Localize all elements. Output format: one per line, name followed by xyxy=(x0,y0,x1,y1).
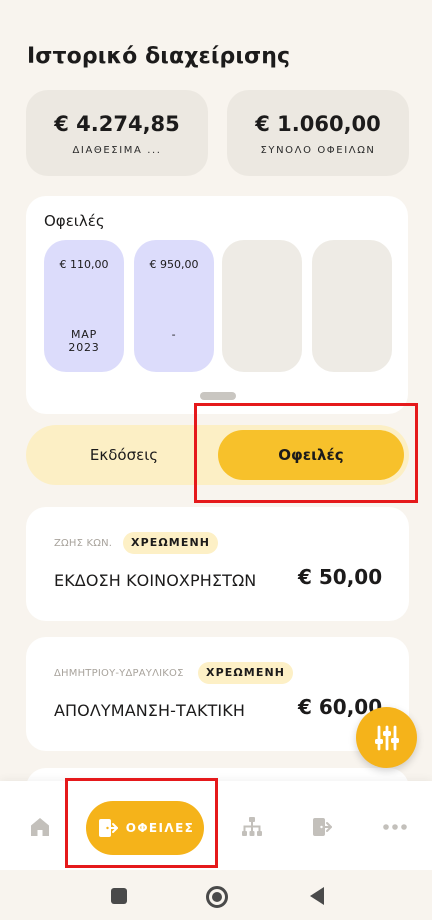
sliders-icon xyxy=(374,725,399,750)
empty-month-column xyxy=(312,240,392,372)
empty-month-column xyxy=(222,240,302,372)
debt-month-column[interactable]: € 110,00 ΜΑΡ 2023 xyxy=(44,240,124,372)
debt-month-amount: € 110,00 xyxy=(59,258,109,271)
status-badge: ΧΡΕΩΜΕΝΗ xyxy=(198,662,294,684)
recents-square-icon[interactable] xyxy=(111,888,127,904)
view-toggle: Εκδόσεις Οφειλές xyxy=(26,425,409,485)
available-label: ΔΙΑΘΕΣΙΜΑ ... xyxy=(72,145,162,156)
transaction-card[interactable]: ΔΗΜΗΤΡΙΟΥ-ΥΔΡΑΥΛΙΚΟΣ ΧΡΕΩΜΕΝΗ ΑΠΟΛΥΜΑΝΣΗ… xyxy=(26,637,409,751)
home-icon xyxy=(31,818,49,836)
available-amount: € 4.274,85 xyxy=(54,112,180,136)
debt-month-label: - xyxy=(171,328,177,341)
debt-month-column[interactable]: € 950,00 - xyxy=(134,240,214,372)
transaction-card[interactable]: ΖΩΗΣ ΚΩΝ. ΧΡΕΩΜΕΝΗ ΕΚΔΟΣΗ ΚΟΙΝΟΧΡΗΣΤΩΝ €… xyxy=(26,507,409,621)
drag-handle[interactable] xyxy=(200,392,236,400)
transaction-title: ΑΠΟΛΥΜΑΝΣΗ-ΤΑΚΤΙΚΗ xyxy=(54,701,245,720)
org-tree-icon xyxy=(242,817,262,836)
total-debts-amount: € 1.060,00 xyxy=(255,112,381,136)
debt-month-amount: € 950,00 xyxy=(149,258,199,271)
page-title: Ιστορικό διαχείρισης xyxy=(27,44,291,69)
nav-debts-label: ΟΦΕΙΛΕΣ xyxy=(125,821,195,835)
bottom-navigation: ΟΦΕΙΛΕΣ xyxy=(0,781,432,870)
more-dots-icon xyxy=(383,824,407,830)
nav-exit[interactable] xyxy=(310,815,334,839)
total-debts-card[interactable]: € 1.060,00 ΣΥΝΟΛΟ ΟΦΕΙΛΩΝ xyxy=(227,90,409,176)
total-debts-label: ΣΥΝΟΛΟ ΟΦΕΙΛΩΝ xyxy=(260,145,376,156)
nav-debts[interactable]: ΟΦΕΙΛΕΣ xyxy=(86,801,204,855)
tab-debts[interactable]: Οφειλές xyxy=(218,430,404,480)
tab-issues[interactable]: Εκδόσεις xyxy=(34,431,214,479)
nav-more[interactable] xyxy=(383,823,407,831)
debts-panel-title: Οφειλές xyxy=(44,212,105,230)
system-navigation-bar xyxy=(0,870,432,920)
nav-home[interactable] xyxy=(29,816,51,838)
available-balance-card[interactable]: € 4.274,85 ΔΙΑΘΕΣΙΜΑ ... xyxy=(26,90,208,176)
exit-door-icon xyxy=(313,818,332,836)
filter-button[interactable] xyxy=(356,707,417,768)
debts-panel: Οφειλές € 110,00 ΜΑΡ 2023 € 950,00 - xyxy=(26,196,408,414)
nav-structure[interactable] xyxy=(240,815,264,839)
back-triangle-icon[interactable] xyxy=(310,887,324,905)
transaction-supplier: ΖΩΗΣ ΚΩΝ. xyxy=(54,538,113,549)
status-badge: ΧΡΕΩΜΕΝΗ xyxy=(123,532,219,554)
exit-door-icon xyxy=(98,819,118,837)
transaction-title: ΕΚΔΟΣΗ ΚΟΙΝΟΧΡΗΣΤΩΝ xyxy=(54,571,257,590)
transaction-amount: € 50,00 xyxy=(298,565,383,589)
debt-month-label: ΜΑΡ 2023 xyxy=(68,328,100,354)
home-circle-icon[interactable] xyxy=(206,886,228,908)
transaction-supplier: ΔΗΜΗΤΡΙΟΥ-ΥΔΡΑΥΛΙΚΟΣ xyxy=(54,668,184,679)
